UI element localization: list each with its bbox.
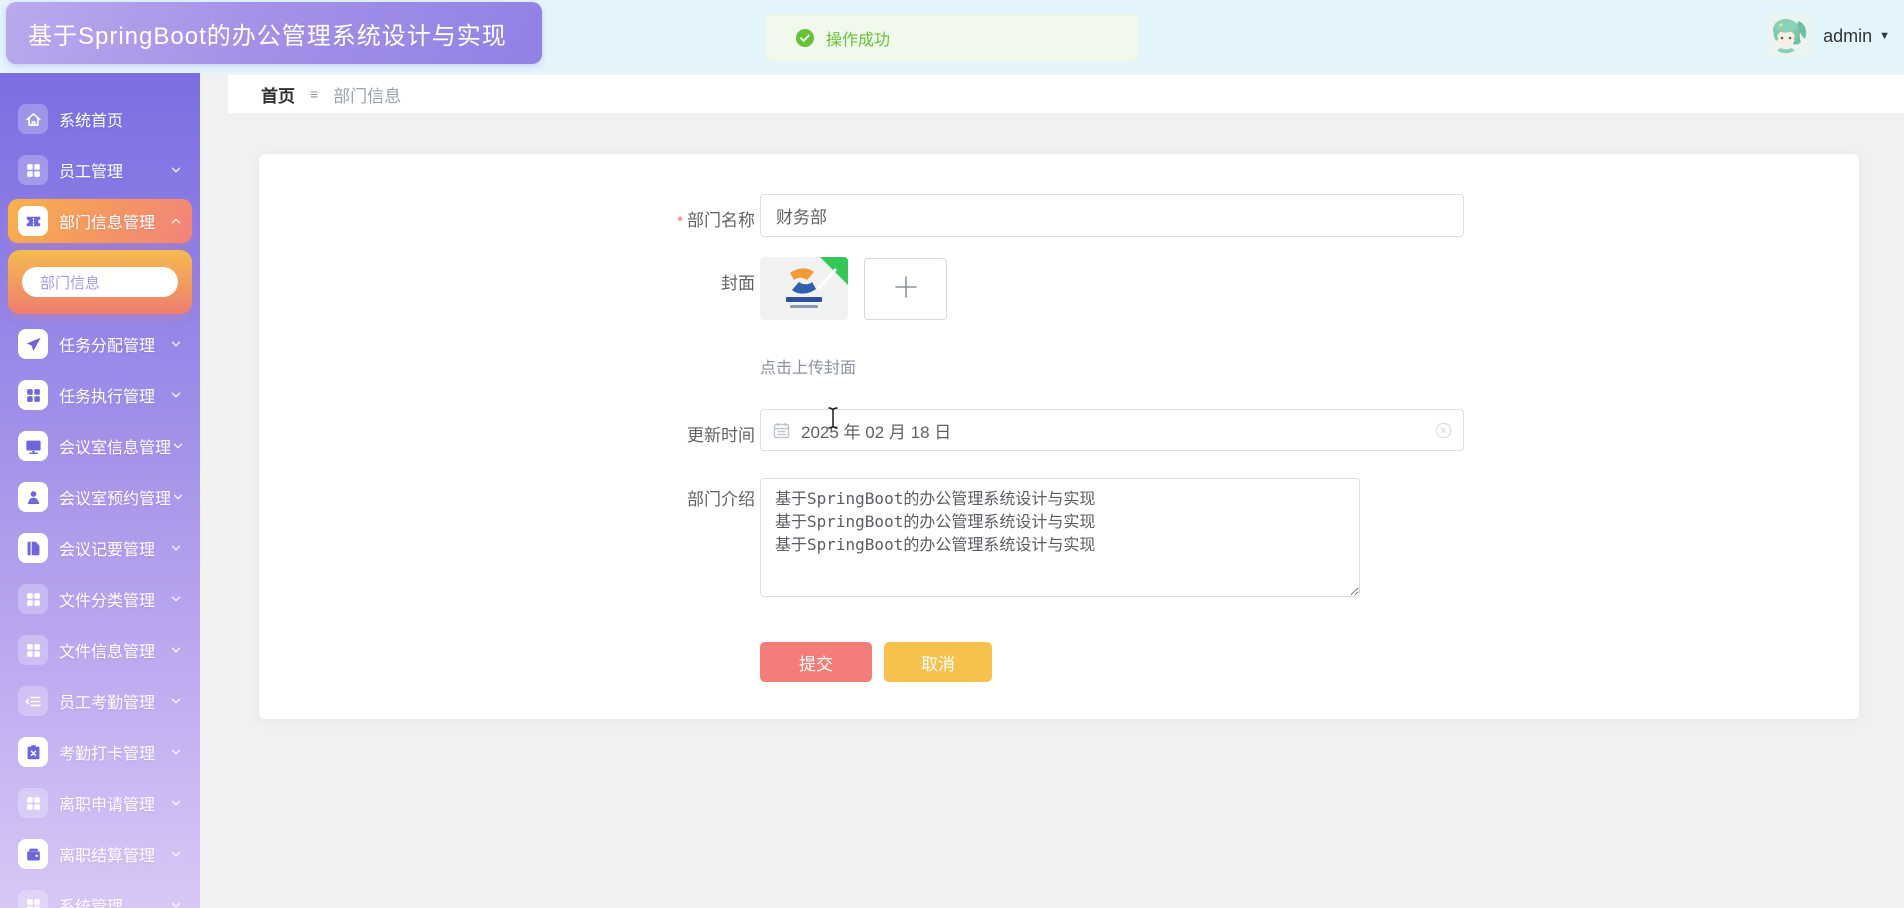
top-header: 基于SpringBoot的办公管理系统设计与实现 操作成功 admin ▼ xyxy=(0,0,1904,73)
user-icon xyxy=(18,482,48,512)
app-title: 基于SpringBoot的办公管理系统设计与实现 xyxy=(6,2,542,64)
success-check-icon xyxy=(796,29,814,47)
sidebar-item-attendance-punch-mgmt[interactable]: 考勤打卡管理 xyxy=(8,730,192,774)
chevron-up-icon xyxy=(169,214,183,228)
sidebar-item-label: 任务执行管理 xyxy=(59,389,156,406)
cover-upload-hint: 点击上传封面 xyxy=(760,360,857,377)
breadcrumb-separator-icon: ≡ xyxy=(310,86,319,102)
cover-thumbnail[interactable] xyxy=(760,257,848,320)
sidebar-item-label: 文件分类管理 xyxy=(59,593,156,610)
grid-icon xyxy=(18,890,48,908)
update-time-field-label: 更新时间 xyxy=(687,426,755,445)
sidebar-item-meeting-room-info-mgmt[interactable]: 会议室信息管理 xyxy=(8,424,192,468)
sidebar-item-meeting-room-booking-mgmt[interactable]: 会议室预约管理 xyxy=(8,475,192,519)
sidebar-item-label: 员工管理 xyxy=(59,164,124,181)
user-avatar[interactable] xyxy=(1767,13,1814,59)
breadcrumb: 首页 ≡ 部门信息 xyxy=(228,75,1904,113)
sidebar-item-meeting-minutes-mgmt[interactable]: 会议记要管理 xyxy=(8,526,192,570)
chevron-down-icon xyxy=(169,694,183,708)
sidebar-item-label: 考勤打卡管理 xyxy=(59,746,156,763)
sidebar-item-dept-info-mgmt[interactable]: 部门信息管理 xyxy=(8,199,192,243)
submenu-panel: 部门信息 xyxy=(8,250,192,314)
department-form-panel: *部门名称 封面 点击上传封面 更新时间 部门介绍 基于SpringBoot的办… xyxy=(259,154,1859,719)
sidebar-item-file-info-mgmt[interactable]: 文件信息管理 xyxy=(8,628,192,672)
ticket-icon xyxy=(18,206,48,236)
sidebar-item-staff-attendance-mgmt[interactable]: 员工考勤管理 xyxy=(8,679,192,723)
chevron-down-icon xyxy=(169,541,183,555)
required-asterisk: * xyxy=(677,213,683,230)
sidebar-item-label: 部门信息管理 xyxy=(59,215,156,232)
clipboard-x-icon xyxy=(18,737,48,767)
sidebar-item-home[interactable]: 系统首页 xyxy=(8,97,192,141)
circle-close-icon[interactable] xyxy=(1435,422,1452,439)
sidebar-item-label: 会议室信息管理 xyxy=(59,440,172,457)
sidebar-item-label: 系统管理 xyxy=(59,899,124,908)
sidebar-item-label: 文件信息管理 xyxy=(59,644,156,661)
chevron-down-icon xyxy=(169,898,183,908)
sidebar-item-resignation-settle-mgmt[interactable]: 离职结算管理 xyxy=(8,832,192,876)
sidebar-item-label: 会议室预约管理 xyxy=(59,491,172,508)
department-name-input[interactable] xyxy=(760,194,1464,237)
cancel-button[interactable]: 取消 xyxy=(884,642,992,682)
sidebar-item-label: 离职结算管理 xyxy=(59,848,156,865)
chevron-down-icon xyxy=(169,847,183,861)
sidebar-item-resignation-apply-mgmt[interactable]: 离职申请管理 xyxy=(8,781,192,825)
sidebar-item-label: 系统首页 xyxy=(59,113,124,130)
sidebar-item-label: 任务分配管理 xyxy=(59,338,156,355)
chevron-down-icon xyxy=(169,388,183,402)
breadcrumb-home-link[interactable]: 首页 xyxy=(261,82,295,107)
name-field-label: * 部门名称 xyxy=(677,211,755,230)
chevron-down-icon xyxy=(169,796,183,810)
department-intro-textarea[interactable]: 基于SpringBoot的办公管理系统设计与实现 基于SpringBoot的办公… xyxy=(760,478,1360,597)
app-title-text: 基于SpringBoot的办公管理系统设计与实现 xyxy=(28,22,507,50)
breadcrumb-current: 部门信息 xyxy=(333,86,402,106)
submit-button[interactable]: 提交 xyxy=(760,642,872,682)
plus-icon xyxy=(893,274,919,305)
chevron-down-icon xyxy=(169,337,183,351)
update-time-input[interactable] xyxy=(760,409,1464,451)
user-menu[interactable]: admin ▼ xyxy=(1767,7,1890,65)
no-chevron xyxy=(169,112,183,126)
sidebar-item-task-exec-mgmt[interactable]: 任务执行管理 xyxy=(8,373,192,417)
toast-message: 操作成功 xyxy=(826,32,891,49)
wallet-icon xyxy=(18,839,48,869)
sidebar-subitem-dept-info[interactable]: 部门信息 xyxy=(22,267,178,297)
grid-icon xyxy=(18,584,48,614)
grid-icon xyxy=(18,380,48,410)
send-icon xyxy=(18,329,48,359)
grid-icon xyxy=(18,635,48,665)
chevron-down-icon xyxy=(169,745,183,759)
notebook-icon xyxy=(18,533,48,563)
sidebar-item-file-category-mgmt[interactable]: 文件分类管理 xyxy=(8,577,192,621)
success-toast: 操作成功 xyxy=(765,14,1139,62)
monitor-icon xyxy=(18,431,48,461)
sidebar-item-staff-mgmt[interactable]: 员工管理 xyxy=(8,148,192,192)
chevron-down-icon xyxy=(171,490,185,504)
cover-field-label: 封面 xyxy=(721,274,755,293)
username-label: admin xyxy=(1823,25,1873,46)
sidebar-subitem-label: 部门信息 xyxy=(40,274,101,292)
sidebar-item-label: 离职申请管理 xyxy=(59,797,156,814)
chevron-down-icon xyxy=(169,592,183,606)
sidebar-item-system-mgmt[interactable]: 系统管理 xyxy=(8,883,192,908)
home-icon xyxy=(18,104,48,134)
calendar-icon xyxy=(773,422,790,439)
chevron-down-icon xyxy=(169,163,183,177)
sidebar-item-label: 会议记要管理 xyxy=(59,542,156,559)
caret-down-icon: ▼ xyxy=(1879,30,1890,42)
sidebar-item-task-assign-mgmt[interactable]: 任务分配管理 xyxy=(8,322,192,366)
list-icon xyxy=(18,686,48,716)
sidebar-item-label: 员工考勤管理 xyxy=(59,695,156,712)
intro-field-label: 部门介绍 xyxy=(687,490,755,509)
cover-upload-button[interactable] xyxy=(864,258,947,320)
chevron-down-icon xyxy=(169,643,183,657)
sidebar-nav: 系统首页 员工管理 部门信息管理 部门信息 任务分配管理 任务执行管理 会议室信… xyxy=(0,73,200,908)
grid-icon xyxy=(18,155,48,185)
grid-icon xyxy=(18,788,48,818)
chevron-down-icon xyxy=(171,439,185,453)
